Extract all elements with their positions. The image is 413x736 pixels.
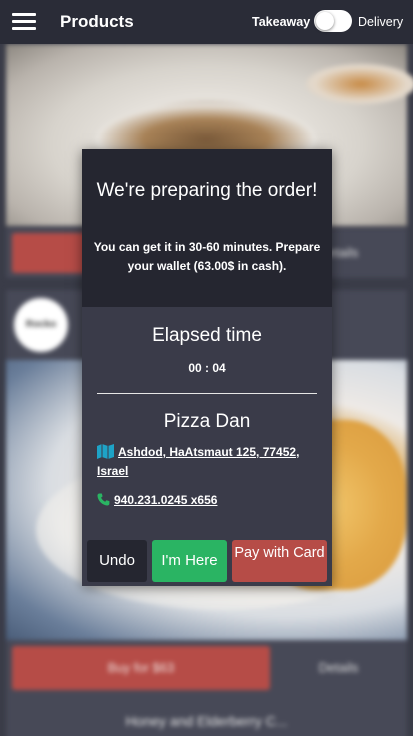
buy-button-2[interactable]: Buy for $63 (12, 646, 270, 690)
takeaway-delivery-toggle[interactable] (314, 10, 352, 32)
delivery-label: Delivery (358, 15, 404, 29)
im-here-button[interactable]: I'm Here (152, 540, 227, 582)
pay-with-card-button[interactable]: Pay with Card (232, 540, 327, 582)
address-link[interactable]: Ashdod, HaAtsmaut 125, 77452, Israel (97, 445, 299, 478)
modal-message: You can get it in 30-60 minutes. Prepare… (93, 240, 321, 273)
undo-button[interactable]: Undo (87, 540, 147, 582)
restaurant-phone: 940.231.0245 x656 (97, 493, 322, 507)
phone-icon (97, 493, 110, 506)
toggle-knob (316, 12, 334, 30)
elapsed-time-value: 00 : 04 (188, 361, 226, 375)
app-screen: Products Takeaway Delivery Details Rocko… (0, 0, 413, 736)
hamburger-menu-icon[interactable] (12, 13, 36, 31)
page-title: Products (60, 12, 134, 31)
map-icon (97, 444, 114, 459)
restaurant-logo: Rocko (14, 298, 68, 352)
top-bar: Products Takeaway Delivery (0, 0, 413, 44)
phone-link[interactable]: 940.231.0245 x656 (114, 493, 217, 507)
product-actions-2: Buy for $63 Details (6, 642, 407, 692)
product-card-3-title: Honey and Elderberry C... (6, 706, 407, 736)
restaurant-address: Ashdod, HaAtsmaut 125, 77452, Israel (97, 443, 322, 481)
restaurant-name: Pizza Dan (163, 411, 251, 432)
takeaway-label: Takeaway (252, 15, 311, 29)
divider (97, 393, 317, 394)
order-status-modal: We're preparing the order! You can get i… (82, 149, 332, 586)
elapsed-time-label: Elapsed time (152, 325, 262, 346)
modal-title: We're preparing the order! (96, 180, 318, 201)
details-button-2[interactable]: Details (276, 646, 401, 690)
modal-header: We're preparing the order! You can get i… (82, 149, 332, 307)
dish-shape (306, 64, 413, 104)
